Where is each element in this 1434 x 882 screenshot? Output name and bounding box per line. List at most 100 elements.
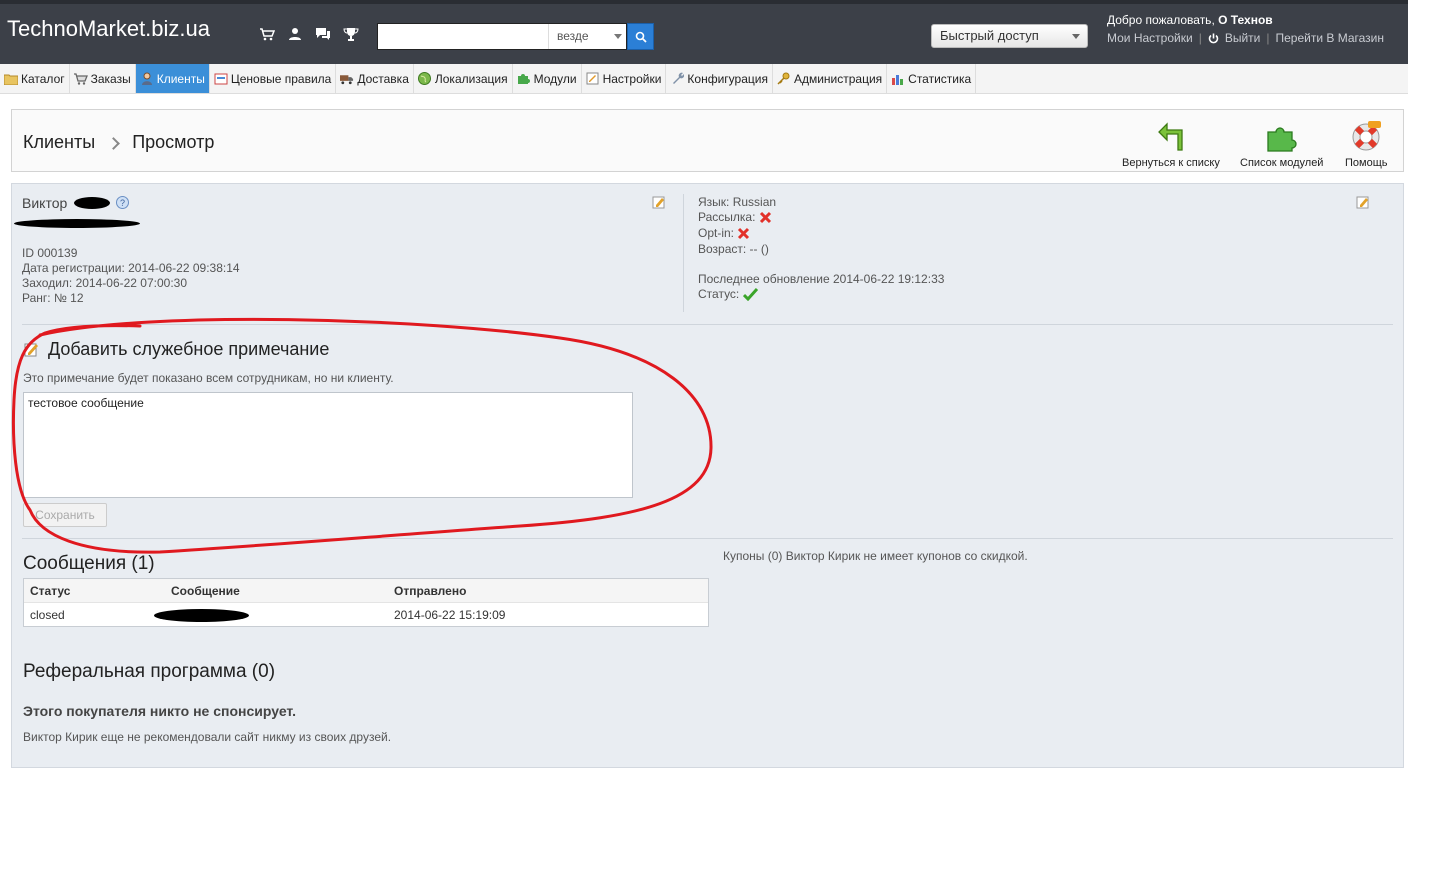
last-update: Последнее обновление 2014-06-22 19:12:33 — [698, 272, 945, 286]
menu-label: Доставка — [357, 71, 409, 86]
cart-icon — [73, 72, 88, 85]
logo[interactable]: TechnoMarket.biz.ua — [7, 16, 210, 42]
lifebuoy-icon — [1352, 121, 1382, 151]
registration-date: Дата регистрации: 2014-06-22 09:38:14 — [22, 261, 240, 275]
divider — [22, 324, 1393, 325]
menu-label: Локализация — [434, 71, 508, 86]
menu-label: Модули — [533, 71, 577, 86]
power-icon — [1208, 33, 1219, 43]
chevron-down-icon — [614, 34, 622, 39]
chat-icon[interactable] — [314, 26, 332, 42]
messages-table: Статус Сообщение Отправлено closed 2014-… — [23, 578, 709, 627]
customer-name: Виктор — [22, 196, 67, 211]
optin-label: Opt-in: — [698, 226, 735, 240]
users-icon[interactable] — [286, 26, 304, 42]
truck-icon — [340, 72, 354, 85]
chevron-down-icon — [1072, 34, 1080, 39]
puzzle-icon — [1267, 127, 1297, 152]
referral-heading: Реферальная программа (0) — [23, 661, 276, 682]
edit-icon[interactable] — [652, 195, 666, 209]
breadcrumb-section[interactable]: Клиенты — [23, 132, 95, 153]
table-header-row — [24, 579, 708, 603]
add-note-title: Добавить служебное примечание — [48, 339, 330, 359]
search-box: везде — [377, 23, 627, 50]
cross-icon[interactable] — [737, 227, 750, 240]
wrench-icon — [670, 72, 684, 85]
menu-item-price-rules[interactable]: Ценовые правила — [210, 64, 337, 93]
note-icon — [24, 343, 38, 357]
main-menu: Каталог Заказы Клиенты Ценовые правила Д… — [0, 64, 1408, 94]
column-header-sent[interactable]: Отправлено — [394, 584, 466, 598]
back-to-list-button[interactable]: Вернуться к списку — [1122, 118, 1220, 169]
customer-age: Возраст: -- () — [698, 242, 769, 256]
settings-icon — [586, 72, 600, 85]
menu-item-configuration[interactable]: Конфигурация — [666, 64, 773, 93]
chart-icon — [891, 72, 905, 85]
customer-rank: Ранг: № 12 — [22, 291, 84, 305]
menu-item-statistics[interactable]: Статистика — [887, 64, 977, 93]
search-scope-select[interactable]: везде — [548, 24, 628, 49]
customer-panel: Виктор ? ID 000139 Дата регистрации: 201… — [11, 183, 1404, 768]
quick-access-select[interactable]: Быстрый доступ — [931, 24, 1088, 48]
page-title: Просмотр — [132, 132, 215, 152]
menu-item-administration[interactable]: Администрация — [773, 64, 888, 93]
message-sent-date[interactable]: 2014-06-22 15:19:09 — [394, 608, 505, 622]
help-button[interactable]: Помощь — [1345, 118, 1388, 169]
redacted-surname — [74, 197, 110, 209]
column-header-status[interactable]: Статус — [30, 584, 70, 598]
menu-label: Статистика — [908, 71, 972, 86]
menu-item-shipping[interactable]: Доставка — [336, 64, 414, 93]
add-note-heading: Добавить служебное примечание — [23, 339, 329, 360]
customer-first-name: Виктор — [22, 195, 68, 211]
customer-id: ID 000139 — [22, 246, 78, 260]
message-status[interactable]: closed — [30, 608, 65, 622]
search-button[interactable] — [627, 23, 654, 50]
referral-sponsor-text: Этого покупателя никто не спонсирует. — [23, 703, 296, 719]
save-button[interactable]: Сохранить — [23, 503, 107, 527]
welcome-text: Добро пожаловать, О Технов — [1107, 13, 1273, 27]
cart-icon[interactable] — [258, 26, 276, 42]
help-icon[interactable]: ? — [116, 196, 129, 209]
menu-item-modules[interactable]: Модули — [513, 64, 582, 93]
go-to-store-link[interactable]: Перейти В Магазин — [1275, 31, 1384, 45]
user-links: Мои Настройки | Выйти | Перейти В Магази… — [1107, 31, 1384, 45]
check-icon[interactable] — [742, 288, 758, 302]
back-arrow-icon — [1158, 122, 1183, 151]
last-visit: Заходил: 2014-06-22 07:00:30 — [22, 276, 187, 290]
divider — [22, 538, 1393, 539]
my-settings-link[interactable]: Мои Настройки — [1107, 31, 1193, 45]
menu-label: Заказы — [90, 71, 131, 86]
redacted-email — [14, 219, 140, 228]
svg-text:?: ? — [120, 198, 125, 208]
menu-item-catalog[interactable]: Каталог — [0, 64, 70, 93]
quick-icons — [258, 26, 360, 42]
menu-label: Администрация — [793, 71, 883, 86]
referral-friends-text: Виктор Кирик еще не рекомендовали сайт н… — [23, 730, 392, 744]
globe-icon — [418, 72, 432, 85]
quick-access-label: Быстрый доступ — [940, 28, 1039, 43]
newsletter-label: Рассылка: — [698, 210, 756, 224]
status-row: Статус: — [698, 287, 758, 302]
menu-item-preferences[interactable]: Настройки — [582, 64, 667, 93]
user-name: О Технов — [1218, 13, 1273, 27]
modules-list-button[interactable]: Список модулей — [1240, 118, 1323, 169]
menu-label: Клиенты — [156, 71, 205, 86]
column-header-message[interactable]: Сообщение — [171, 584, 240, 598]
trophy-icon[interactable] — [342, 26, 360, 42]
menu-label: Настройки — [602, 71, 662, 86]
menu-label: Каталог — [21, 71, 65, 86]
logout-link[interactable]: Выйти — [1225, 31, 1261, 45]
menu-item-orders[interactable]: Заказы — [70, 64, 136, 93]
redacted-message — [154, 609, 249, 622]
column-divider — [683, 194, 684, 312]
menu-item-customers[interactable]: Клиенты — [135, 64, 210, 93]
menu-item-localization[interactable]: Локализация — [414, 64, 513, 93]
optin-row: Opt-in: — [698, 226, 750, 241]
chevron-right-icon — [107, 137, 121, 150]
edit-icon[interactable] — [1356, 195, 1370, 209]
note-textarea[interactable]: тестовое сообщение — [23, 392, 633, 498]
search-input[interactable] — [381, 26, 550, 48]
welcome-prefix: Добро пожаловать, — [1107, 13, 1215, 27]
back-to-list-label: Вернуться к списку — [1122, 157, 1220, 169]
cross-icon[interactable] — [759, 211, 772, 224]
